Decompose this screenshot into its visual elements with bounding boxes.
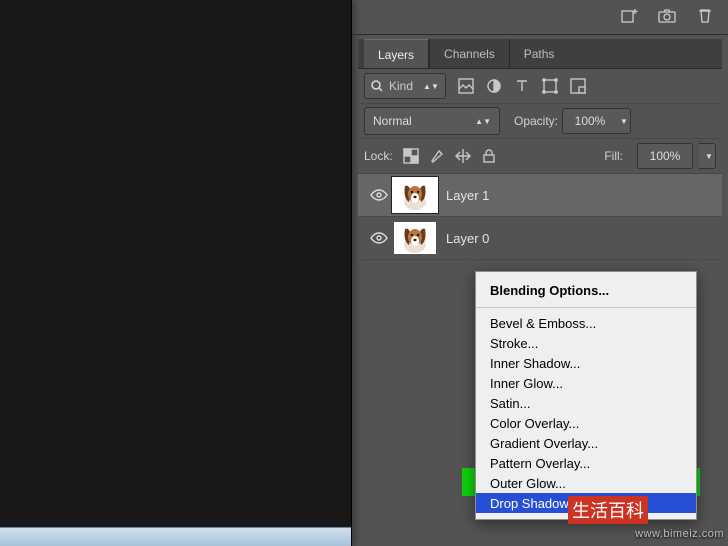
visibility-toggle[interactable] — [364, 231, 394, 245]
tab-layers[interactable]: Layers — [364, 39, 429, 68]
camera-icon[interactable] — [658, 8, 676, 27]
dog-image-icon — [399, 180, 431, 210]
adjustment-layer-icon[interactable] — [486, 78, 502, 94]
fx-context-menu: Blending Options... Bevel & Emboss... St… — [475, 271, 697, 520]
menu-item-gradient-overlay[interactable]: Gradient Overlay... — [476, 433, 696, 453]
menu-item-stroke[interactable]: Stroke... — [476, 333, 696, 353]
filter-kind-label: Kind — [389, 79, 413, 93]
dog-image-icon — [399, 223, 431, 253]
layers-panel: Layers Channels Paths Kind ▲▼ Normal ▲▼ — [358, 39, 722, 260]
layer-row[interactable]: Layer 1 — [358, 174, 722, 217]
layer-name[interactable]: Layer 0 — [446, 231, 489, 246]
watermark-logo: 生活百科 — [568, 496, 648, 524]
blend-mode-value: Normal — [373, 114, 412, 128]
search-icon — [371, 80, 383, 92]
lock-row: Lock: Fill: 100% ▼ — [358, 139, 722, 174]
smart-object-icon[interactable] — [570, 78, 586, 94]
trash-icon[interactable] — [696, 8, 714, 27]
visibility-toggle[interactable] — [364, 188, 394, 202]
panel-tabs: Layers Channels Paths — [358, 39, 722, 69]
layer-row[interactable]: Layer 0 — [358, 217, 722, 260]
canvas-area[interactable] — [0, 0, 352, 546]
blend-mode-dropdown[interactable]: Normal ▲▼ — [364, 107, 500, 135]
menu-item-color-overlay[interactable]: Color Overlay... — [476, 413, 696, 433]
lock-transparency-icon[interactable] — [403, 148, 419, 164]
opacity-label: Opacity: — [514, 114, 558, 128]
menu-item-inner-shadow[interactable]: Inner Shadow... — [476, 353, 696, 373]
lock-all-icon[interactable] — [481, 148, 497, 164]
panel-top-icons — [352, 0, 728, 35]
chevron-double-icon: ▲▼ — [423, 82, 439, 91]
chevron-down-icon: ▼ — [620, 117, 628, 126]
menu-item-pattern-overlay[interactable]: Pattern Overlay... — [476, 453, 696, 473]
menu-item-satin[interactable]: Satin... — [476, 393, 696, 413]
status-bar — [0, 527, 351, 546]
blend-row: Normal ▲▼ Opacity: 100% ▼ — [358, 104, 722, 139]
tab-channels[interactable]: Channels — [429, 39, 509, 68]
lock-label: Lock: — [364, 149, 393, 163]
filter-kind-dropdown[interactable]: Kind ▲▼ — [364, 73, 446, 99]
filter-type-icons — [458, 78, 586, 94]
menu-item-bevel-emboss[interactable]: Bevel & Emboss... — [476, 313, 696, 333]
filter-row: Kind ▲▼ — [358, 69, 722, 104]
opacity-slider-toggle[interactable]: ▼ — [614, 108, 631, 134]
fill-value[interactable]: 100% — [637, 143, 693, 169]
menu-item-inner-glow[interactable]: Inner Glow... — [476, 373, 696, 393]
watermark-url: www.bimeiz.com — [635, 528, 724, 540]
fill-label: Fill: — [604, 149, 623, 163]
layer-thumbnail[interactable] — [394, 179, 436, 211]
add-panel-icon[interactable] — [620, 8, 638, 27]
layer-name[interactable]: Layer 1 — [446, 188, 489, 203]
menu-separator — [476, 307, 696, 308]
menu-item-blending-options[interactable]: Blending Options... — [476, 278, 696, 302]
lock-pixels-icon[interactable] — [429, 148, 445, 164]
menu-item-outer-glow[interactable]: Outer Glow... — [476, 473, 696, 493]
layer-thumbnail[interactable] — [394, 222, 436, 254]
tab-paths[interactable]: Paths — [509, 39, 569, 68]
fill-slider-toggle[interactable]: ▼ — [699, 143, 716, 169]
opacity-value[interactable]: 100% — [562, 108, 618, 134]
shape-layer-icon[interactable] — [542, 78, 558, 94]
lock-position-icon[interactable] — [455, 148, 471, 164]
layer-list: Layer 1 Layer 0 — [358, 174, 722, 260]
chevron-down-icon: ▼ — [705, 152, 713, 161]
type-layer-icon[interactable] — [514, 78, 530, 94]
chevron-double-icon: ▲▼ — [475, 117, 491, 126]
pixel-layer-icon[interactable] — [458, 78, 474, 94]
